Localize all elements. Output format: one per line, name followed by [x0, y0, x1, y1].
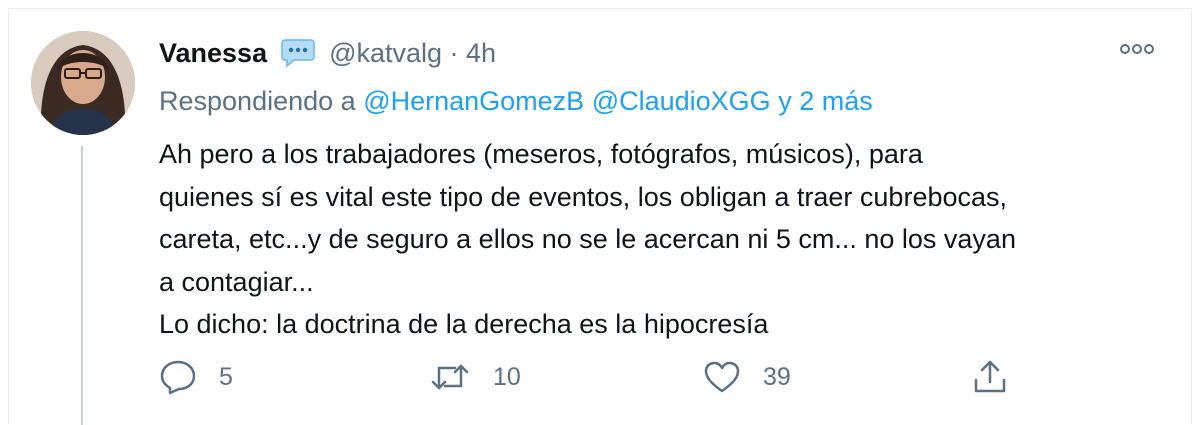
speech-bubble-icon — [281, 38, 315, 68]
retweet-count: 10 — [493, 362, 521, 391]
reply-prefix: Respondiendo a — [159, 86, 356, 116]
tweet-text-line: quienes sí es vital este tipo de eventos… — [159, 181, 1008, 212]
tweet-text-line: a contagiar... — [159, 266, 314, 297]
tweet-text: Ah pero a los trabajadores (meseros, fot… — [159, 133, 1159, 346]
tweet-text-line: Ah pero a los trabajadores (meseros, fot… — [159, 139, 923, 169]
thread-line — [81, 146, 83, 425]
like-count: 39 — [763, 362, 791, 391]
retweet-icon — [429, 360, 471, 394]
tweet-card[interactable]: Vanessa @katvalg · 4h Respondiendo a @He… — [8, 8, 1192, 425]
more-mentions-link[interactable]: y 2 más — [778, 86, 873, 116]
tweet-text-line: Lo dicho: la doctrina de la derecha es l… — [159, 309, 769, 339]
more-options-icon[interactable] — [1117, 37, 1157, 61]
reply-button[interactable]: 5 — [159, 357, 233, 397]
mention-link[interactable]: @HernanGomezB — [363, 86, 584, 116]
share-icon — [971, 358, 1009, 396]
author-handle-time[interactable]: @katvalg · 4h — [329, 38, 496, 69]
avatar[interactable] — [31, 31, 135, 135]
reply-count: 5 — [219, 362, 233, 391]
reply-icon — [159, 359, 197, 395]
author-name[interactable]: Vanessa — [159, 38, 267, 69]
share-button[interactable] — [971, 357, 1009, 397]
tweet-header: Vanessa @katvalg · 4h — [159, 35, 496, 71]
retweet-button[interactable]: 10 — [429, 357, 521, 397]
replying-to: Respondiendo a @HernanGomezB @ClaudioXGG… — [159, 86, 873, 117]
tweet-actions: 5 10 39 — [159, 357, 1159, 397]
tweet-text-line: careta, etc...y de seguro a ellos no se … — [159, 224, 1016, 254]
mention-link[interactable]: @ClaudioXGG — [592, 86, 771, 116]
like-button[interactable]: 39 — [703, 357, 791, 397]
heart-icon — [703, 360, 741, 394]
